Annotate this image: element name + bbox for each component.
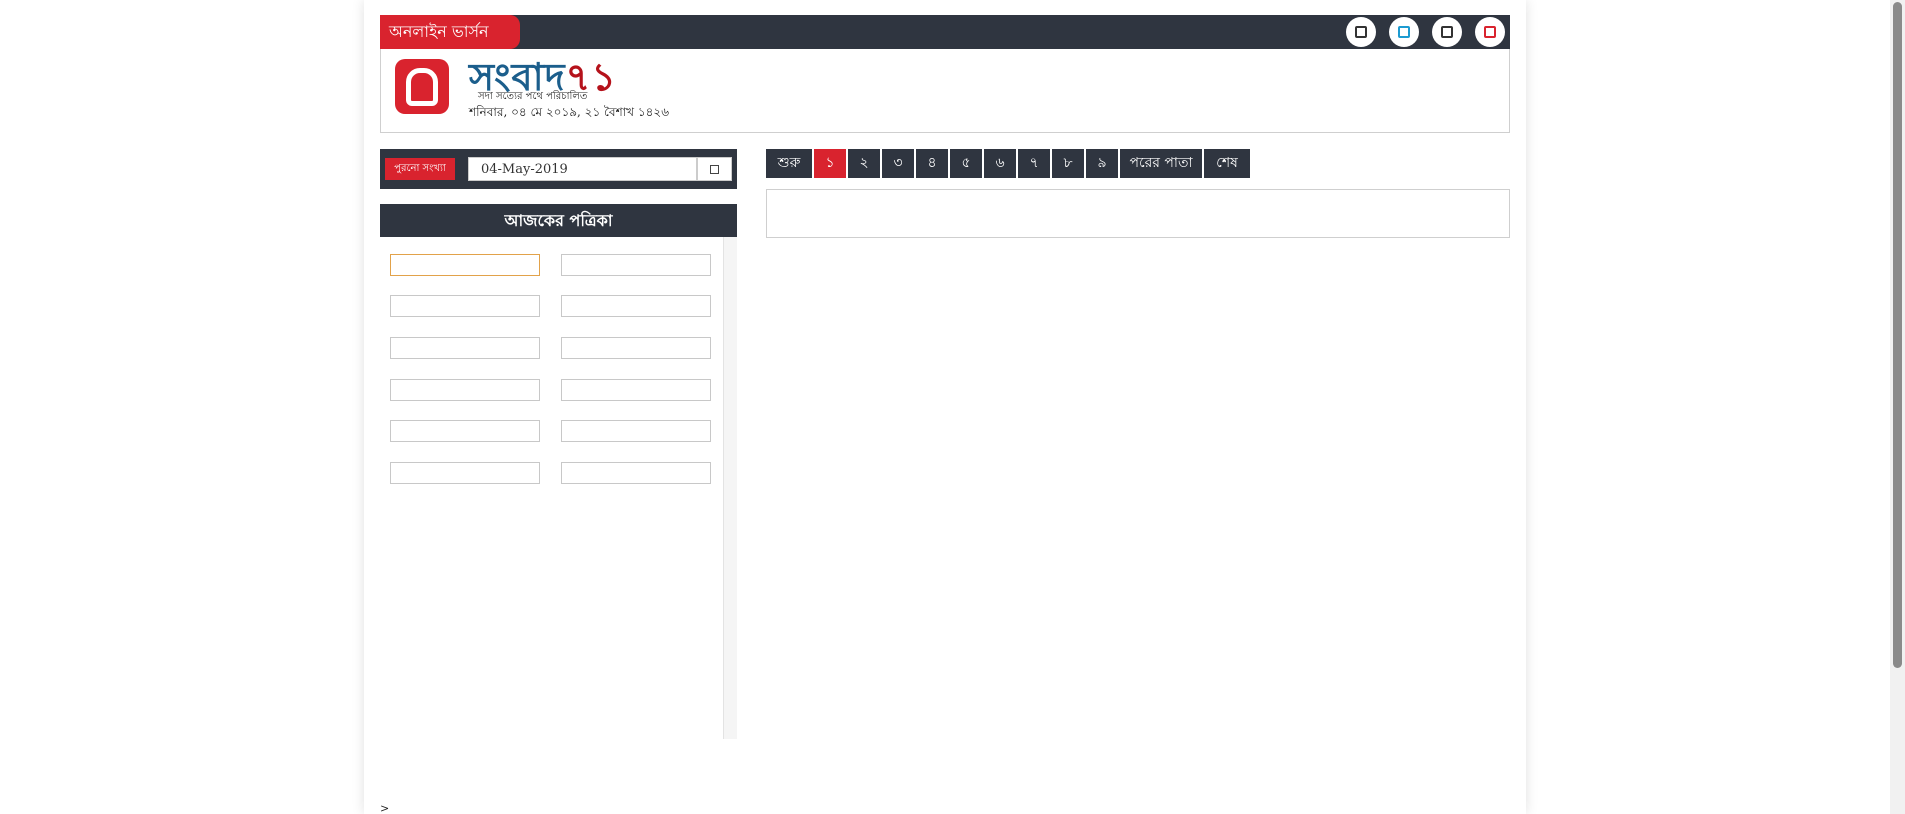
- pagination-page-8[interactable]: ৮: [1052, 149, 1084, 178]
- pagination-page-5[interactable]: ৫: [950, 149, 982, 178]
- twitter-icon[interactable]: [1389, 17, 1419, 47]
- page-thumbnail[interactable]: [390, 462, 540, 484]
- facebook-icon[interactable]: [1346, 17, 1376, 47]
- page-thumbnail[interactable]: [390, 295, 540, 317]
- pagination-page-7[interactable]: ৭: [1018, 149, 1050, 178]
- pagination: শুরু ১ ২ ৩ ৪ ৫ ৬ ৭ ৮ ৯ পরের পাতা শেষ: [766, 149, 1252, 178]
- footer-mark: >: [380, 802, 390, 814]
- masthead: সংবাদ৭১ সদা সত্যের পথে পরিচালিত শনিবার, …: [380, 49, 1510, 133]
- page-thumbnails: [380, 237, 737, 739]
- page-thumbnail[interactable]: [390, 420, 540, 442]
- archive-date-input[interactable]: [468, 157, 697, 181]
- todays-paper-title: আজকের পত্রিকা: [380, 204, 737, 237]
- page-thumbnail[interactable]: [561, 254, 711, 276]
- pagination-page-6[interactable]: ৬: [984, 149, 1016, 178]
- page-thumbnail[interactable]: [390, 379, 540, 401]
- youtube-icon[interactable]: [1432, 17, 1462, 47]
- logo-icon[interactable]: [395, 59, 449, 114]
- pagination-first[interactable]: শুরু: [766, 149, 812, 178]
- online-version-label: অনলাইন ভার্সন: [380, 15, 520, 49]
- page-thumbnail[interactable]: [561, 379, 711, 401]
- page-thumbnail[interactable]: [561, 462, 711, 484]
- rss-icon[interactable]: [1475, 17, 1505, 47]
- page-viewer: [766, 189, 1510, 238]
- top-bar: অনলাইন ভার্সন: [380, 15, 1510, 49]
- page-thumbnail[interactable]: [561, 337, 711, 359]
- archive-label: পুরনো সংখ্যা: [385, 158, 455, 180]
- calendar-icon[interactable]: [697, 157, 732, 181]
- pagination-last[interactable]: শেষ: [1204, 149, 1250, 178]
- header-date: শনিবার, ০৪ মে ২০১৯, ২১ বৈশাখ ১৪২৬: [469, 105, 670, 119]
- pagination-page-4[interactable]: ৪: [916, 149, 948, 178]
- pagination-page-9[interactable]: ৯: [1086, 149, 1118, 178]
- scrollbar-thumb[interactable]: [1893, 2, 1902, 668]
- page-thumbnail[interactable]: [561, 295, 711, 317]
- page-thumbnail[interactable]: [561, 420, 711, 442]
- thumbnails-scrollbar[interactable]: [723, 237, 737, 739]
- pagination-page-2[interactable]: ২: [848, 149, 880, 178]
- archive-search: পুরনো সংখ্যা: [380, 149, 737, 189]
- page-thumbnail[interactable]: [390, 337, 540, 359]
- window-scrollbar[interactable]: [1890, 0, 1905, 814]
- page-container: অনলাইন ভার্সন সংবাদ৭১ সদা সত্যের পথে পরি…: [364, 0, 1526, 814]
- pagination-page-1[interactable]: ১: [814, 149, 846, 178]
- pagination-page-3[interactable]: ৩: [882, 149, 914, 178]
- page-thumbnail[interactable]: [390, 254, 540, 276]
- pagination-next[interactable]: পরের পাতা: [1120, 149, 1202, 178]
